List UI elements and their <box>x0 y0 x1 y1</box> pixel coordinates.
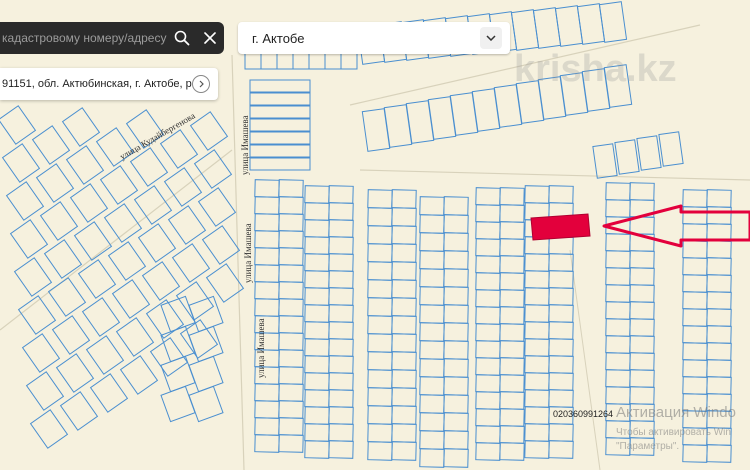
city-select-value: г. Актобе <box>252 30 305 46</box>
clear-search-button[interactable] <box>196 22 224 54</box>
search-result-text: 91151, обл. Актюбинская, г. Актобе, р-н … <box>2 78 192 90</box>
close-icon <box>204 32 216 44</box>
search-button[interactable] <box>168 22 196 54</box>
highlighted-parcel[interactable] <box>530 213 591 241</box>
chevron-down-icon <box>486 35 496 41</box>
city-select-toggle[interactable] <box>480 27 502 49</box>
krisha-watermark: krisha.kz <box>514 48 677 90</box>
cadastral-search-bar[interactable] <box>0 22 224 54</box>
city-select[interactable]: г. Актобе <box>238 22 510 54</box>
result-go-button[interactable] <box>192 75 210 93</box>
street-label-imasheva-top: улица Имашева <box>240 115 250 175</box>
search-icon <box>174 30 190 46</box>
arrow-right-icon <box>199 80 204 88</box>
search-input[interactable] <box>0 31 168 45</box>
cadastral-number-label: 020360991264 <box>553 409 614 419</box>
windows-activation-line1: Чтобы активировать Win <box>616 427 731 438</box>
windows-activation-title: Активация Windo <box>616 404 736 421</box>
street-label-imasheva-mid: улица Имашева <box>243 223 253 283</box>
windows-activation-line2: "Параметры". <box>616 441 680 452</box>
search-result-item[interactable]: 91151, обл. Актюбинская, г. Актобе, р-н … <box>0 68 218 100</box>
street-label-imasheva-bottom: улица Имашева <box>256 318 266 378</box>
